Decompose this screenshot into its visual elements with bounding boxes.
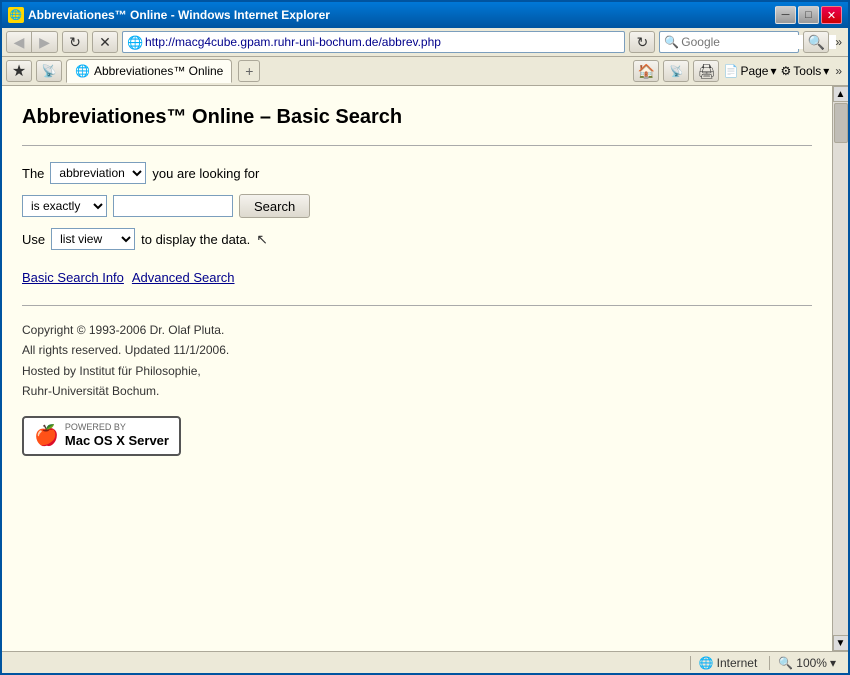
scroll-thumb[interactable] (834, 103, 848, 143)
page-dropdown-icon: ▾ (770, 64, 776, 78)
address-input[interactable] (145, 35, 620, 49)
page-button[interactable]: 📄 Page ▾ (723, 64, 776, 78)
title-bar-left: 🌐 Abbreviationes™ Online - Windows Inter… (8, 7, 330, 23)
address-bar[interactable]: 🌐 (122, 31, 625, 53)
page-tools-expand[interactable]: » (833, 62, 844, 80)
zoom-label: 100% (796, 656, 827, 670)
form-row-1: The abbreviation expansion you are looki… (22, 162, 812, 184)
favorites-bar: ★ 📡 🌐 Abbreviationes™ Online + 🏠 📡 🖨 📄 P… (2, 57, 848, 86)
print-button[interactable]: 🖨 (693, 60, 719, 82)
maximize-button[interactable]: □ (798, 6, 819, 24)
home-button[interactable]: 🏠 (633, 60, 659, 82)
tab-favicon: 🌐 (75, 64, 90, 78)
google-icon: 🔍 (664, 35, 679, 49)
nav-arrow-group: ◀ ▶ (6, 31, 58, 53)
page-icon: 📄 (723, 64, 738, 78)
zoom-dropdown-icon: ▾ (830, 656, 836, 670)
cursor-indicator: ↖ (256, 231, 268, 248)
page-favicon: 🌐 (127, 35, 141, 49)
back-button[interactable]: ◀ (6, 31, 32, 53)
badge-text: POWERED BY Mac OS X Server (65, 422, 169, 451)
toolbar-expand-button[interactable]: » (833, 33, 844, 51)
active-tab[interactable]: 🌐 Abbreviationes™ Online (66, 59, 232, 83)
main-content: Abbreviationes™ Online – Basic Search Th… (2, 86, 832, 651)
search-text-input[interactable] (113, 195, 233, 217)
tab-label: Abbreviationes™ Online (94, 64, 223, 78)
stop-button[interactable]: ✕ (92, 31, 118, 53)
scroll-track[interactable] (833, 102, 848, 635)
copyright-line1: Copyright © 1993-2006 Dr. Olaf Pluta. (22, 320, 812, 340)
scrollbar[interactable]: ▲ ▼ (832, 86, 848, 651)
apple-icon: 🍎 (34, 423, 59, 448)
minimize-button[interactable]: ─ (775, 6, 796, 24)
google-search-button[interactable]: 🔍 (803, 31, 829, 53)
you-looking-for-text: you are looking for (152, 166, 259, 181)
tools-button[interactable]: ⚙ Tools ▾ (781, 64, 830, 78)
tools-dropdown-icon: ▾ (823, 64, 829, 78)
search-form: The abbreviation expansion you are looki… (22, 162, 812, 250)
title-bar: 🌐 Abbreviationes™ Online - Windows Inter… (2, 2, 848, 28)
powered-by-label: POWERED BY (65, 422, 169, 434)
page-title: Abbreviationes™ Online – Basic Search (22, 106, 812, 129)
close-button[interactable]: ✕ (821, 6, 842, 24)
internet-zone: 🌐 Internet (690, 656, 766, 670)
browser-window: 🌐 Abbreviationes™ Online - Windows Inter… (0, 0, 850, 675)
macos-badge[interactable]: 🍎 POWERED BY Mac OS X Server (22, 416, 181, 457)
copyright: Copyright © 1993-2006 Dr. Olaf Pluta. Al… (22, 320, 812, 402)
feeds-button[interactable]: 📡 (36, 60, 62, 82)
scroll-up-button[interactable]: ▲ (833, 86, 849, 102)
ie-icon: 🌐 (8, 7, 24, 23)
refresh-go-button[interactable]: ↻ (629, 31, 655, 53)
zoom-icon: 🔍 (778, 656, 793, 670)
copyright-line3: Hosted by Institut für Philosophie, (22, 361, 812, 381)
links-row: Basic Search Info Advanced Search (22, 270, 812, 285)
navigation-bar: ◀ ▶ ↻ ✕ 🌐 ↻ 🔍 🔍 » (2, 28, 848, 57)
advanced-search-link[interactable]: Advanced Search (132, 270, 235, 285)
abbreviation-select[interactable]: abbreviation expansion (50, 162, 146, 184)
favorites-button[interactable]: ★ (6, 60, 32, 82)
display-select[interactable]: list view table view (51, 228, 135, 250)
page-tools-group: 🏠 📡 🖨 📄 Page ▾ ⚙ Tools ▾ » (633, 60, 844, 82)
use-text: Use (22, 232, 45, 247)
zoom-level[interactable]: 🔍 100% ▾ (769, 656, 844, 670)
content-area: Abbreviationes™ Online – Basic Search Th… (2, 86, 848, 651)
footer-divider (22, 305, 812, 306)
search-button[interactable]: Search (239, 194, 310, 218)
mac-os-label: Mac OS X Server (65, 433, 169, 450)
forward-button[interactable]: ▶ (32, 31, 58, 53)
window-controls: ─ □ ✕ (775, 6, 842, 24)
form-row-3: Use list view table view to display the … (22, 228, 812, 250)
status-bar: 🌐 Internet 🔍 100% ▾ (2, 651, 848, 673)
to-display-text: to display the data. (141, 232, 250, 247)
copyright-line2: All rights reserved. Updated 11/1/2006. (22, 340, 812, 360)
match-select[interactable]: is exactly starts with contains (22, 195, 107, 217)
refresh-button[interactable]: ↻ (62, 31, 88, 53)
basic-search-info-link[interactable]: Basic Search Info (22, 270, 124, 285)
title-divider (22, 145, 812, 146)
window-title: Abbreviationes™ Online - Windows Interne… (28, 8, 330, 22)
rss-button[interactable]: 📡 (663, 60, 689, 82)
globe-icon: 🌐 (699, 656, 714, 670)
zone-label: Internet (717, 656, 758, 670)
copyright-line4: Ruhr-Universität Bochum. (22, 381, 812, 401)
form-row-2: is exactly starts with contains Search (22, 194, 812, 218)
intro-text: The (22, 166, 44, 181)
tools-icon: ⚙ (781, 64, 792, 78)
new-tab-button[interactable]: + (238, 60, 260, 82)
scroll-down-button[interactable]: ▼ (833, 635, 849, 651)
